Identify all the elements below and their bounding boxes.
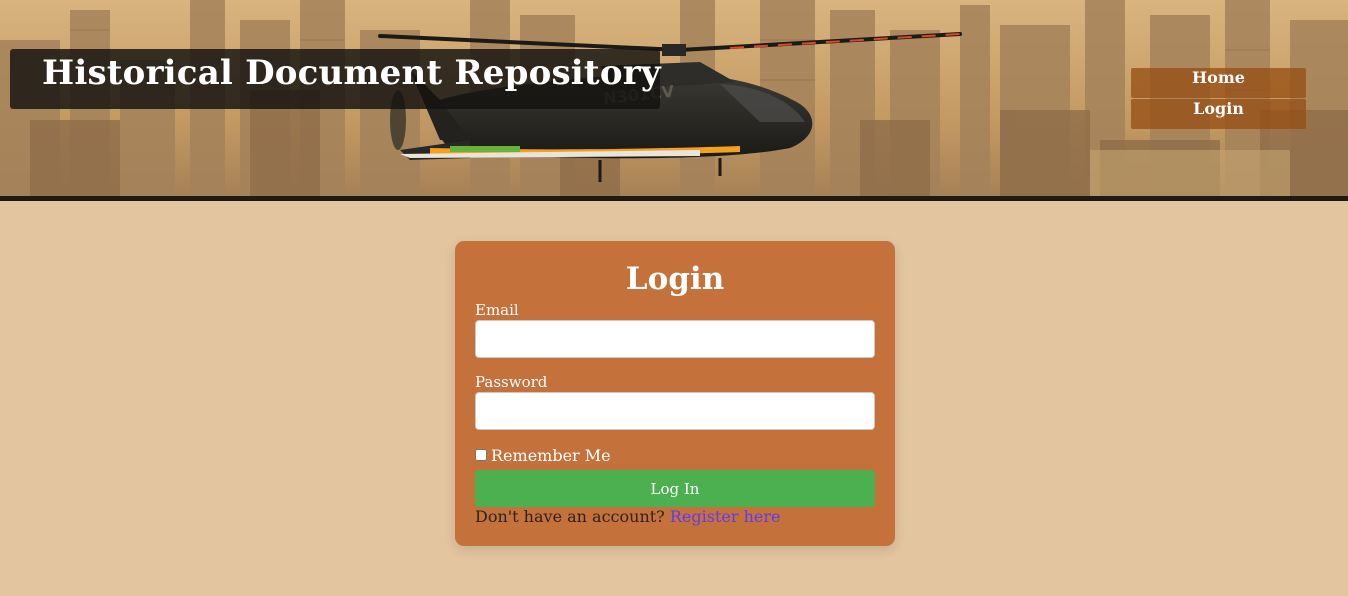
register-prompt: Don't have an account? Register here	[475, 507, 780, 526]
login-card: Login Email Password Remember Me Log In …	[455, 241, 895, 546]
nav-home-link[interactable]: Home	[1131, 68, 1306, 98]
password-label: Password	[475, 373, 548, 391]
email-label: Email	[475, 301, 519, 319]
site-title-bar: Historical Document Repository	[10, 49, 661, 109]
header-divider	[0, 196, 1348, 201]
remember-me-label: Remember Me	[491, 445, 611, 465]
site-title: Historical Document Repository	[42, 53, 661, 93]
login-title: Login	[625, 261, 725, 297]
email-input[interactable]	[475, 320, 875, 358]
register-prompt-text: Don't have an account?	[475, 507, 665, 526]
register-link[interactable]: Register here	[670, 507, 781, 526]
remember-me-row: Remember Me	[475, 445, 611, 465]
top-nav: Home Login	[1131, 68, 1306, 130]
header-banner: N301CV Historical Document Repository Ho…	[0, 0, 1348, 196]
log-in-button[interactable]: Log In	[475, 470, 875, 507]
password-input[interactable]	[475, 392, 875, 430]
nav-login-link[interactable]: Login	[1131, 99, 1306, 129]
remember-me-checkbox[interactable]	[475, 449, 487, 461]
